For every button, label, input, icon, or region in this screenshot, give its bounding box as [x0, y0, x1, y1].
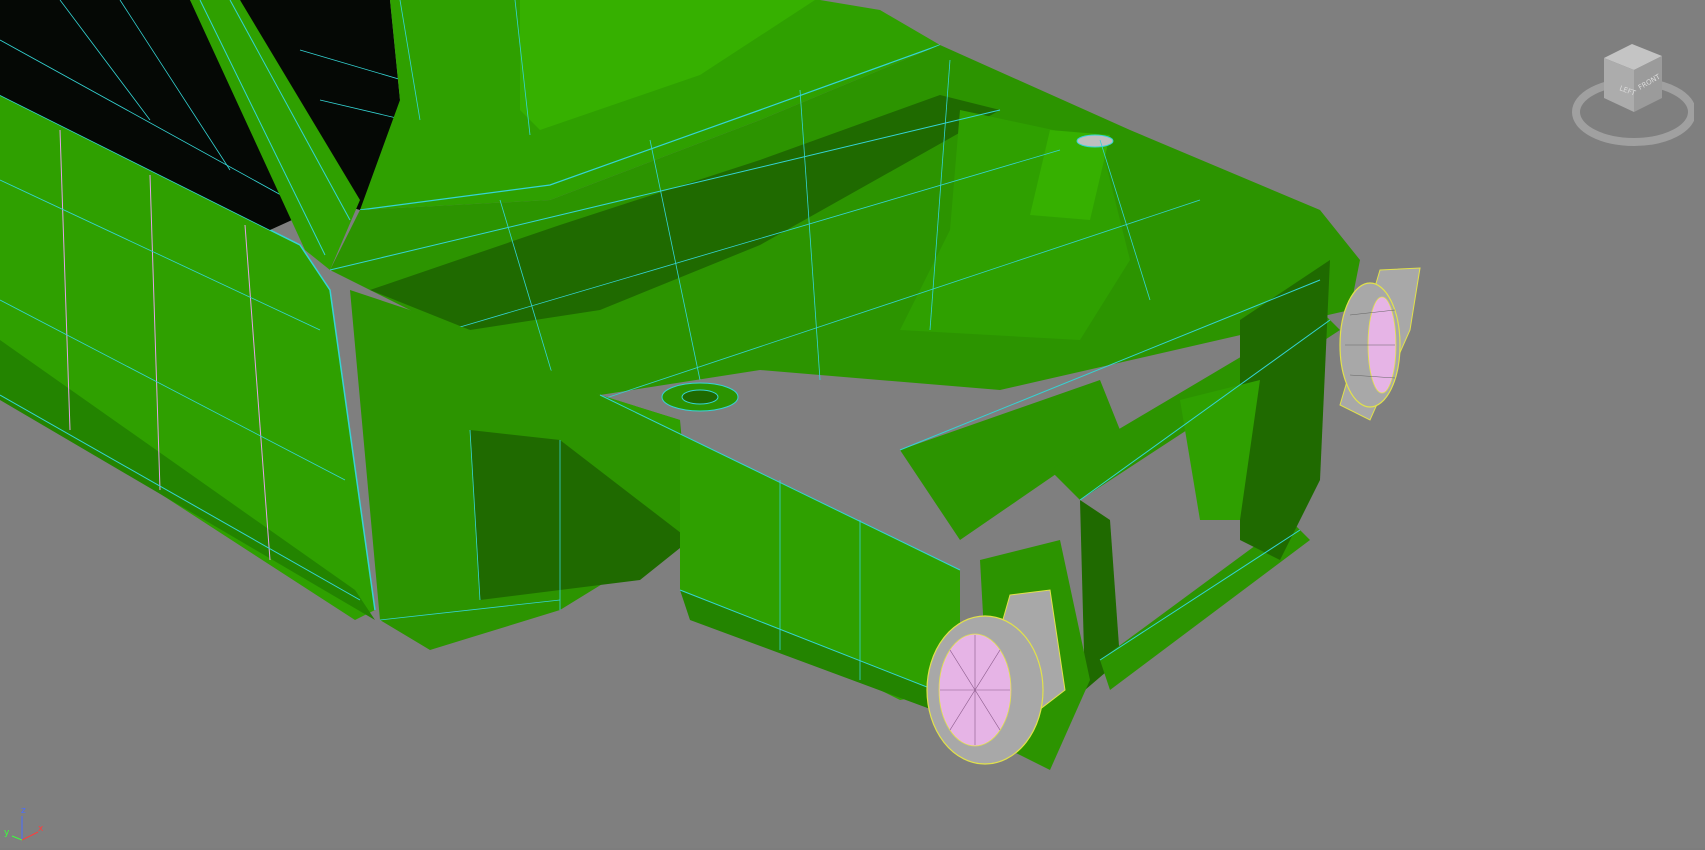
- viewcube[interactable]: LEFT FRONT: [1572, 36, 1696, 148]
- axis-x-label: x: [38, 824, 44, 834]
- perspective-viewport[interactable]: LEFT FRONT z x y: [0, 0, 1705, 848]
- axis-tripod: z x y: [4, 806, 46, 846]
- axis-y-label: y: [4, 828, 10, 838]
- axis-z-label: z: [21, 806, 26, 816]
- car-mesh-model[interactable]: [0, 0, 1705, 848]
